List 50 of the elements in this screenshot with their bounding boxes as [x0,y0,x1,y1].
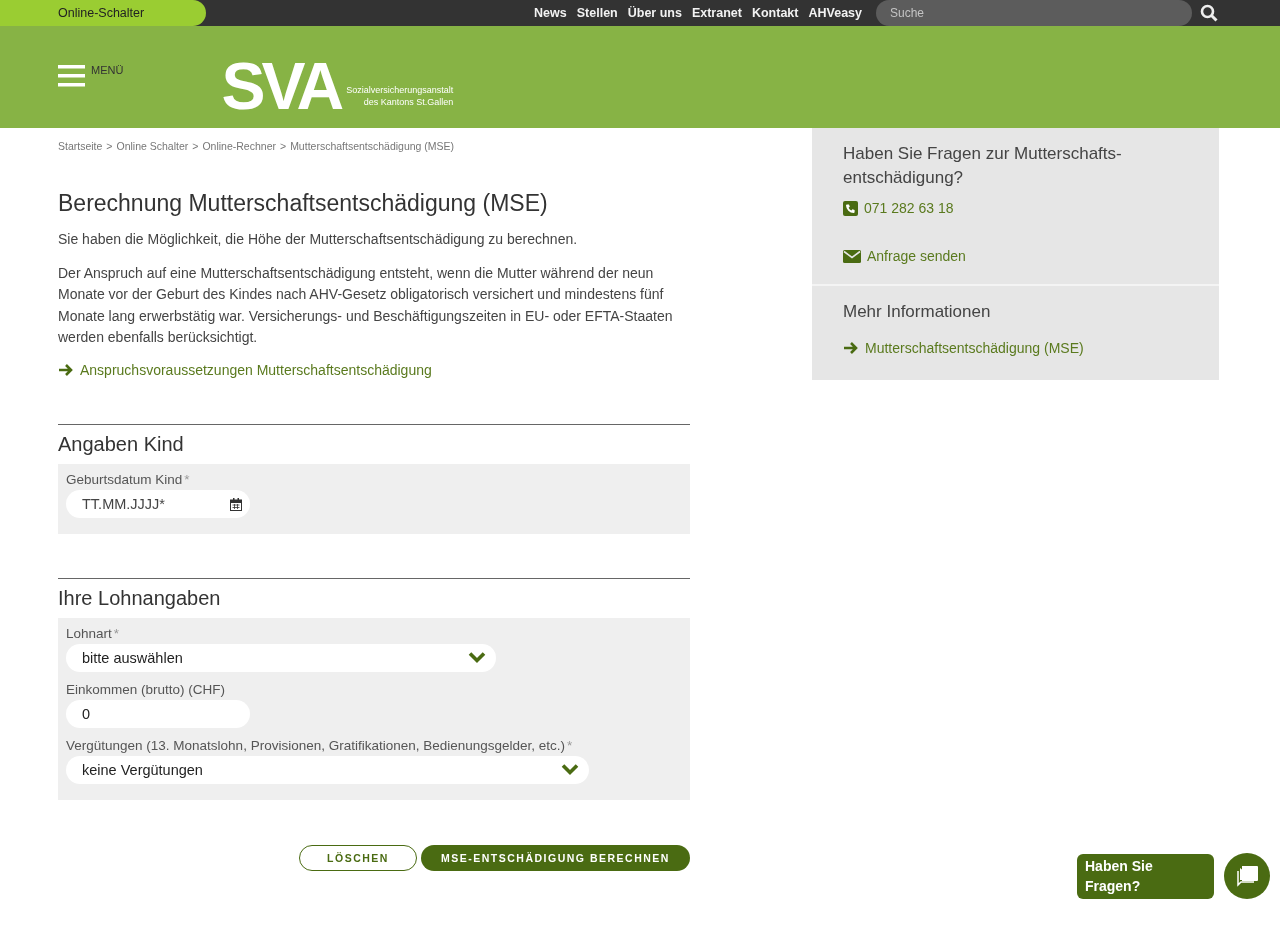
chat-button[interactable] [1224,853,1270,899]
date-field[interactable]: TT.MM.JJJJ* [66,489,250,518]
page-title: Berechnung Mutterschaftsentschädigung (MSE) [58,190,549,217]
breadcrumb-separator: > [192,140,199,152]
section-heading: Angaben Kind [58,432,185,456]
breadcrumb-link[interactable]: Online Schalter [116,140,189,152]
search-button[interactable] [1200,4,1218,22]
menu-icon [58,65,85,87]
nav-link[interactable]: News [534,6,567,20]
sidebar-heading: Haben Sie Fragen zur Mutterschafts-entschädigung? [843,143,1123,189]
nav-link[interactable]: AHVeasy [808,6,862,20]
arrow-icon [58,361,74,378]
dropdown[interactable]: keine Vergütungen [66,755,589,784]
field-label: Geburtsdatum Kind* [66,471,191,487]
breadcrumb-link[interactable]: Online-Rechner [202,140,276,152]
nav-link[interactable]: Kontakt [751,6,799,20]
clear-button[interactable]: LÖSCHEN [299,844,417,871]
requirements-link[interactable]: Anspruchsvoraussetzungen Mutterschaftsentschädigung [80,361,432,378]
sidebar-heading: Mehr Informationen [843,302,992,322]
field-label: Vergütungen (13. Monatslohn, Provisionen, Gratifikationen, Bedienungsgelder, etc.)* [66,737,574,753]
breadcrumb-link[interactable]: Startseite [58,140,103,152]
chat-prompt-button[interactable]: Haben Sie Fragen? [1077,853,1214,899]
section-heading: Ihre Lohnangaben [58,586,222,610]
nav-link[interactable]: Extranet [691,6,742,20]
calendar-icon [230,497,242,511]
chevron-down-icon [468,651,486,664]
phone-link[interactable]: 071 282 63 18 [864,200,954,216]
info-link[interactable]: Mutterschaftsentschädigung (MSE) [865,340,1084,356]
breadcrumb-link[interactable]: Mutterschaftsentschädigung (MSE) [290,140,455,152]
contact-link[interactable]: Anfrage senden [867,248,966,264]
nav-link[interactable]: Stellen [576,6,618,20]
input-field[interactable]: 0 [66,699,250,728]
dropdown[interactable]: bitte auswählen [66,643,496,672]
envelope-icon [843,249,861,263]
chevron-down-icon [561,763,579,776]
paragraph: Der Anspruch auf eine Mutterschaftsentschädigung entsteht, wenn die Mutter während der neun Monate vor der Geburt des Kindes nach AHV-Gesetz obligatorisch versichert und mindestens fünf Monate lang erwerbstätig war. Versicherungs- und Beschäftigungszeiten in EU- oder EFTA-Staaten werden ebenfalls berücksichtigt. [58,263,674,347]
calculate-button[interactable]: MSE-ENTSCHÄDIGUNG BERECHNEN [421,844,690,871]
field-label: Einkommen (brutto) (CHF) [66,681,227,697]
menu-button[interactable]: MENÜ [58,64,124,87]
chat-bubbles-icon [1235,865,1259,887]
nav-link[interactable]: Über uns [627,6,682,20]
phone-icon [843,200,858,216]
field-label: Lohnart* [66,625,121,641]
online-counter-button[interactable]: Online-Schalter [0,0,206,26]
search-icon [1200,4,1218,22]
breadcrumb-separator: > [106,140,113,152]
search-field[interactable]: Suche [876,0,1192,26]
breadcrumb-separator: > [280,140,287,152]
arrow-icon [843,340,859,356]
paragraph: Sie haben die Möglichkeit, die Höhe der Mutterschaftsentschädigung zu berechnen. [58,230,579,249]
